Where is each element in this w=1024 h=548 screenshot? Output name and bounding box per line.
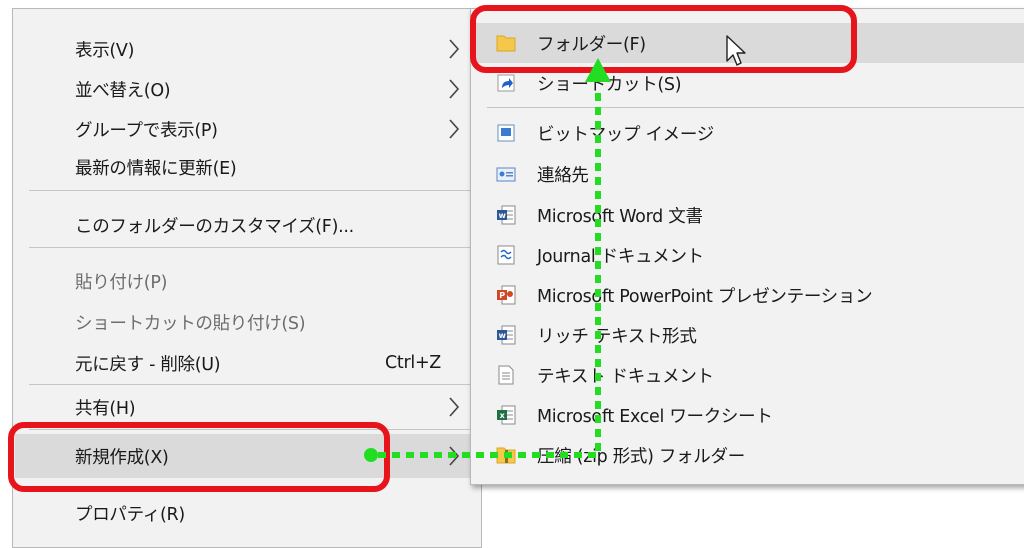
mouse-cursor-icon xyxy=(726,35,746,66)
guide-arrow xyxy=(364,58,611,462)
guide-arrow-path xyxy=(378,88,601,458)
guide-arrow-start-dot xyxy=(364,448,378,462)
guide-arrow-head xyxy=(585,58,611,82)
